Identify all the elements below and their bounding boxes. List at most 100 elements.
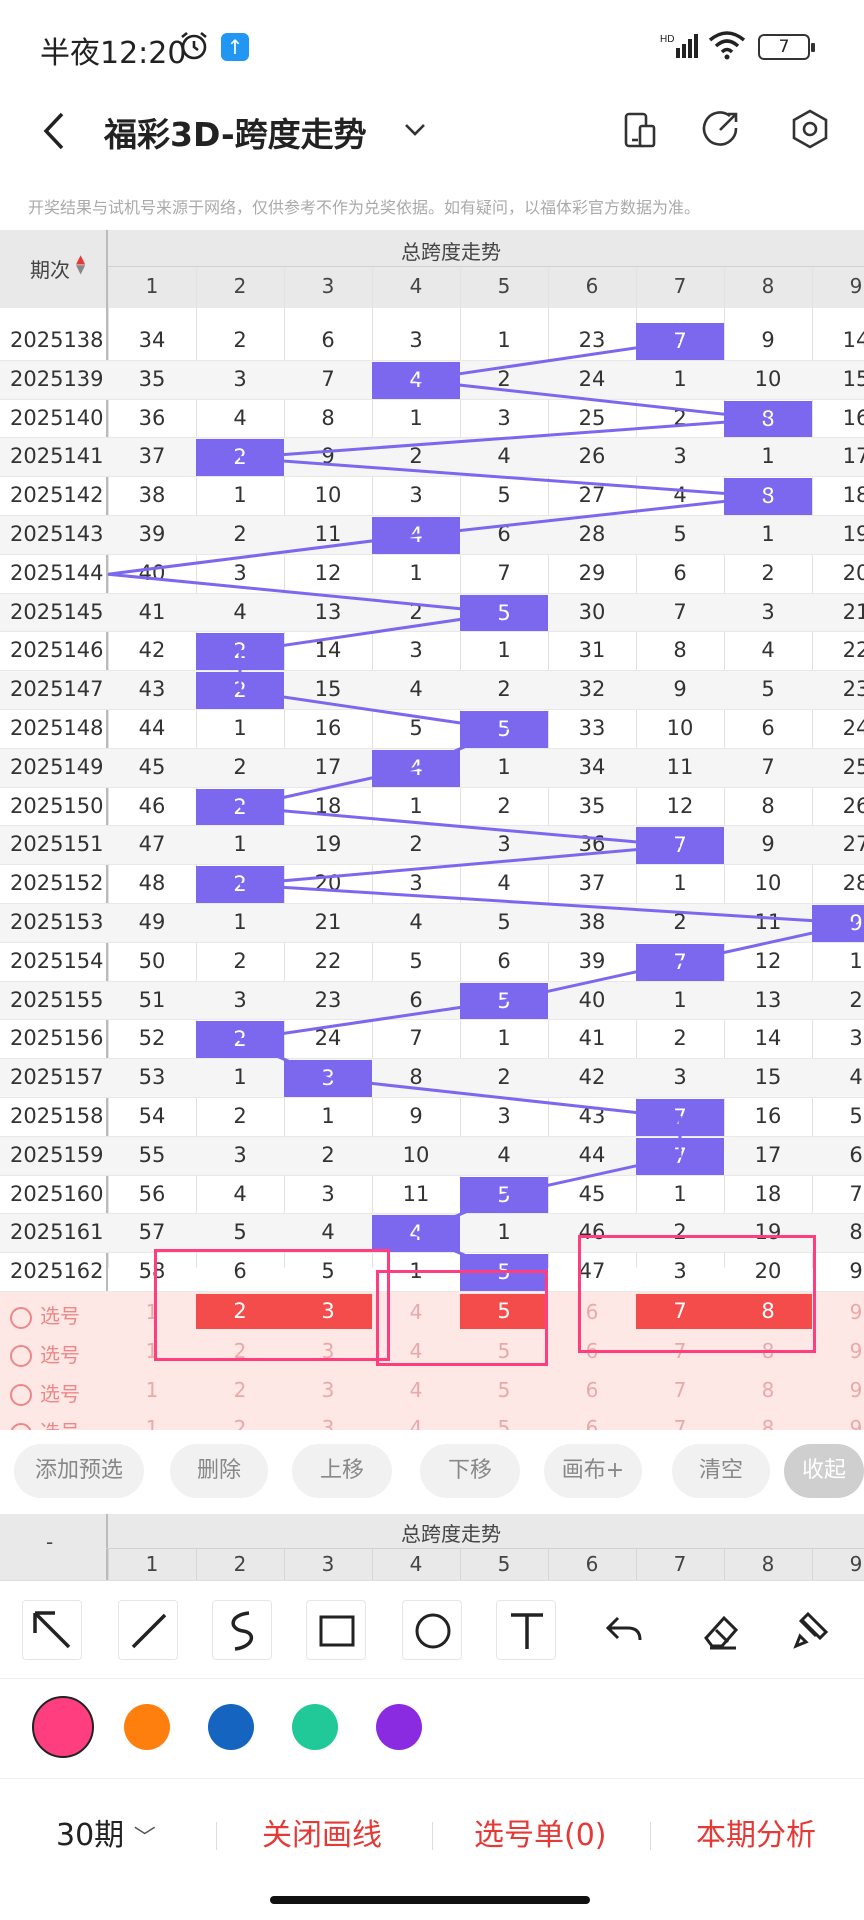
table-cell: 5 <box>497 910 511 934</box>
period-selector[interactable]: 30期 ﹀ <box>56 1810 156 1854</box>
column-header: 6 <box>585 274 599 298</box>
table-cell: 1 <box>409 793 423 818</box>
table-cell: 23 <box>578 328 606 352</box>
table-cell: 2 <box>321 1142 335 1167</box>
selection-number[interactable]: 5 <box>460 1378 548 1402</box>
clear-button[interactable]: 清空 <box>672 1444 770 1498</box>
selection-number[interactable]: 9 <box>812 1300 864 1324</box>
divider <box>196 1548 197 1580</box>
table-cell: 1 <box>409 405 423 430</box>
table-cell: 10 <box>314 483 342 508</box>
analysis-button[interactable]: 本期分析 <box>696 1810 816 1854</box>
selection-number[interactable]: 1 <box>108 1378 196 1402</box>
table-cell: 49 <box>138 910 166 934</box>
add-preselect-button[interactable]: 添加预选 <box>14 1444 144 1498</box>
table-cell: 15 <box>842 366 864 391</box>
table-cell: 18 <box>314 793 342 818</box>
back-icon[interactable] <box>36 108 72 154</box>
table-cell: 4 <box>761 638 775 663</box>
selection-number[interactable]: 6 <box>548 1378 636 1402</box>
table-cell: 4 <box>673 483 687 508</box>
eraser-icon[interactable] <box>690 1600 750 1660</box>
table-cell: 2 <box>409 599 423 624</box>
divider <box>216 1822 217 1850</box>
table-cell: 6 <box>497 948 511 973</box>
rectangle-icon[interactable] <box>306 1600 366 1660</box>
arrow-icon[interactable] <box>22 1600 82 1660</box>
period-header[interactable]: 期次 <box>30 254 70 283</box>
move-up-button[interactable]: 上移 <box>292 1444 392 1498</box>
table-cell: 1 <box>673 366 687 391</box>
selection-number[interactable]: 9 <box>812 1378 864 1402</box>
divider <box>372 1548 373 1580</box>
undo-icon[interactable] <box>594 1600 654 1660</box>
table-cell: 2 <box>761 560 775 585</box>
table-cell: 22 <box>842 638 864 663</box>
divider <box>0 1580 864 1581</box>
select-circle-icon[interactable] <box>10 1384 32 1407</box>
text-icon[interactable] <box>496 1600 556 1660</box>
table-cell: 5 <box>497 483 511 508</box>
selection-number[interactable]: 2 <box>196 1378 284 1402</box>
device-icon[interactable] <box>620 110 660 150</box>
delete-button[interactable]: 删除 <box>170 1444 268 1498</box>
table-cell: 3 <box>849 1026 863 1051</box>
table-cell: 47 <box>138 832 166 857</box>
chevron-down-icon[interactable] <box>402 116 428 142</box>
select-circle-icon[interactable] <box>10 1345 32 1368</box>
selection-number[interactable]: 4 <box>372 1378 460 1402</box>
table-cell: 7 <box>409 1026 423 1051</box>
clear-icon[interactable] <box>782 1600 842 1660</box>
selection-row-label[interactable]: 选号 <box>10 1339 80 1368</box>
line-icon[interactable] <box>118 1600 178 1660</box>
color-blue[interactable] <box>208 1704 254 1750</box>
table-cell: 35 <box>578 793 606 818</box>
color-purple[interactable] <box>376 1704 422 1750</box>
canvas-add-button[interactable]: 画布+ <box>544 1444 642 1498</box>
group-header: 总跨度走势 <box>401 240 501 264</box>
table-cell: 28 <box>578 522 606 546</box>
selection-list-button[interactable]: 选号单(0) <box>474 1810 607 1854</box>
footer-column-header: 1 <box>145 1552 159 1576</box>
span-highlight: 4 <box>372 517 460 554</box>
table-cell: 14 <box>842 328 864 352</box>
selection-row-label[interactable]: 选号 <box>10 1300 80 1329</box>
table-cell: 1 <box>233 910 247 934</box>
table-cell: 3 <box>409 638 423 663</box>
selection-row-label[interactable]: 选号 <box>10 1378 80 1407</box>
color-pink[interactable] <box>32 1696 94 1758</box>
settings-icon[interactable] <box>790 108 830 150</box>
table-cell: 19 <box>314 832 342 857</box>
selection-number[interactable]: 7 <box>636 1378 724 1402</box>
table-cell: 3 <box>409 483 423 508</box>
table-cell: 57 <box>138 1220 166 1245</box>
close-lines-button[interactable]: 关闭画线 <box>262 1810 382 1854</box>
span-highlight: 7 <box>636 1099 724 1136</box>
table-cell: 14 <box>754 1026 782 1051</box>
table-cell: 55 <box>138 1142 166 1167</box>
disclaimer-text: 开奖结果与试机号来源于网络，仅供参考不作为兑奖依据。如有疑问，以福体彩官方数据为… <box>28 198 701 217</box>
select-circle-icon[interactable] <box>10 1306 32 1329</box>
collapse-button[interactable]: 收起 <box>784 1444 864 1498</box>
circle-icon[interactable] <box>402 1600 462 1660</box>
selection-number[interactable]: 9 <box>812 1339 864 1363</box>
page-title[interactable]: 福彩3D-跨度走势 <box>104 108 367 156</box>
table-cell: 38 <box>578 910 606 934</box>
table-cell: 6 <box>321 328 335 352</box>
table-cell: 56 <box>138 1181 166 1206</box>
table-cell: 3 <box>409 871 423 896</box>
period-cell: 2025148 <box>10 716 104 740</box>
share-icon[interactable] <box>700 108 742 150</box>
table-cell: 44 <box>578 1142 606 1167</box>
sort-icon[interactable]: ▲ ▼ <box>76 253 85 275</box>
move-down-button[interactable]: 下移 <box>420 1444 520 1498</box>
selection-number[interactable]: 3 <box>284 1378 372 1402</box>
freehand-icon[interactable] <box>212 1600 272 1660</box>
period-cell: 2025152 <box>10 871 104 896</box>
table-cell: 35 <box>138 366 166 391</box>
color-green[interactable] <box>292 1704 338 1750</box>
color-orange[interactable] <box>124 1704 170 1750</box>
table-cell: 2 <box>673 1026 687 1051</box>
selection-number[interactable]: 8 <box>724 1378 812 1402</box>
table-cell: 25 <box>578 405 606 430</box>
